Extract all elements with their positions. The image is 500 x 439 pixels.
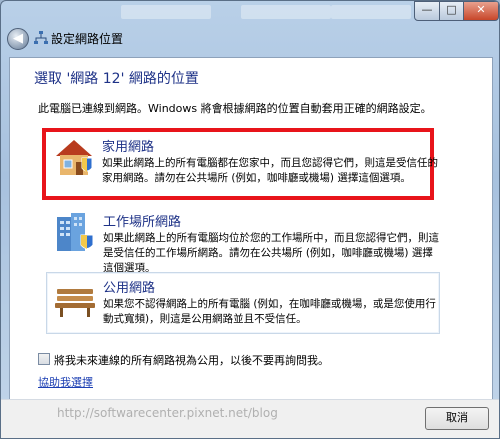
cancel-button[interactable]: 取消 (425, 407, 489, 430)
option-description: 如果此網路上的所有電腦都在您家中，而且您認得它們，則這是受信任的家用網路。請勿在… (102, 157, 438, 184)
option-title: 公用網路 (103, 281, 156, 296)
back-button[interactable]: ◀ (7, 28, 29, 50)
background-ghost (121, 5, 211, 19)
option-description: 如果此網路上的所有電腦均位於您的工作場所中，而且您認得它們，則這是受信任的工作場… (103, 232, 439, 274)
work-network-icon (57, 213, 94, 251)
minimize-button[interactable]: — (414, 1, 440, 21)
public-default-checkbox[interactable] (38, 353, 50, 365)
background-ghost (331, 5, 411, 19)
home-network-icon (56, 140, 93, 175)
dialog-window: ◀ 設定網路位置 — □ ✕ 選取 '網路 12' 網路的位置 此電腦已連線到網… (0, 0, 500, 439)
window-title: 設定網路位置 (51, 32, 124, 46)
option-title: 工作場所網路 (103, 215, 182, 230)
dialog-footer: http://softwarecenter.pixnet.net/blog 取消 (1, 399, 499, 438)
close-button[interactable]: ✕ (463, 1, 499, 21)
option-home-network[interactable]: 家用網路 如果此網路上的所有電腦都在您家中，而且您認得它們，則這是受信任的家用網… (42, 128, 438, 200)
page-description: 此電腦已連線到網路。Windows 將會根據網路的位置自動套用正確的網路設定。 (38, 102, 432, 115)
title-bar: ◀ 設定網路位置 — □ ✕ (1, 1, 499, 57)
content-panel: 選取 '網路 12' 網路的位置 此電腦已連線到網路。Windows 將會根據網… (9, 57, 493, 400)
option-title: 家用網路 (102, 140, 155, 155)
option-public-network[interactable]: 公用網路 如果您不認得網路上的所有電腦 (例如，在咖啡廳或機場，或是您使用行動式… (46, 272, 440, 334)
help-me-choose-link[interactable]: 協助我選擇 (38, 374, 93, 390)
public-network-icon (55, 289, 95, 317)
minimize-icon: — (421, 3, 433, 16)
maximize-icon: □ (446, 3, 457, 16)
option-description: 如果您不認得網路上的所有電腦 (例如，在咖啡廳或機場，或是您使用行動式寬頻)，則… (103, 298, 436, 325)
watermark-text: http://softwarecenter.pixnet.net/blog (57, 406, 278, 420)
close-icon: ✕ (476, 3, 486, 16)
public-default-label[interactable]: 將我未來連線的所有網路視為公用，以後不要再詢問我。 (54, 352, 329, 368)
page-title: 選取 '網路 12' 網路的位置 (34, 71, 199, 87)
background-ghost (241, 5, 331, 19)
arrow-left-icon: ◀ (13, 31, 23, 46)
network-icon (34, 31, 48, 44)
maximize-button[interactable]: □ (439, 1, 464, 21)
option-work-network[interactable]: 工作場所網路 如果此網路上的所有電腦均位於您的工作場所中，而且您認得它們，則這是… (46, 206, 440, 274)
